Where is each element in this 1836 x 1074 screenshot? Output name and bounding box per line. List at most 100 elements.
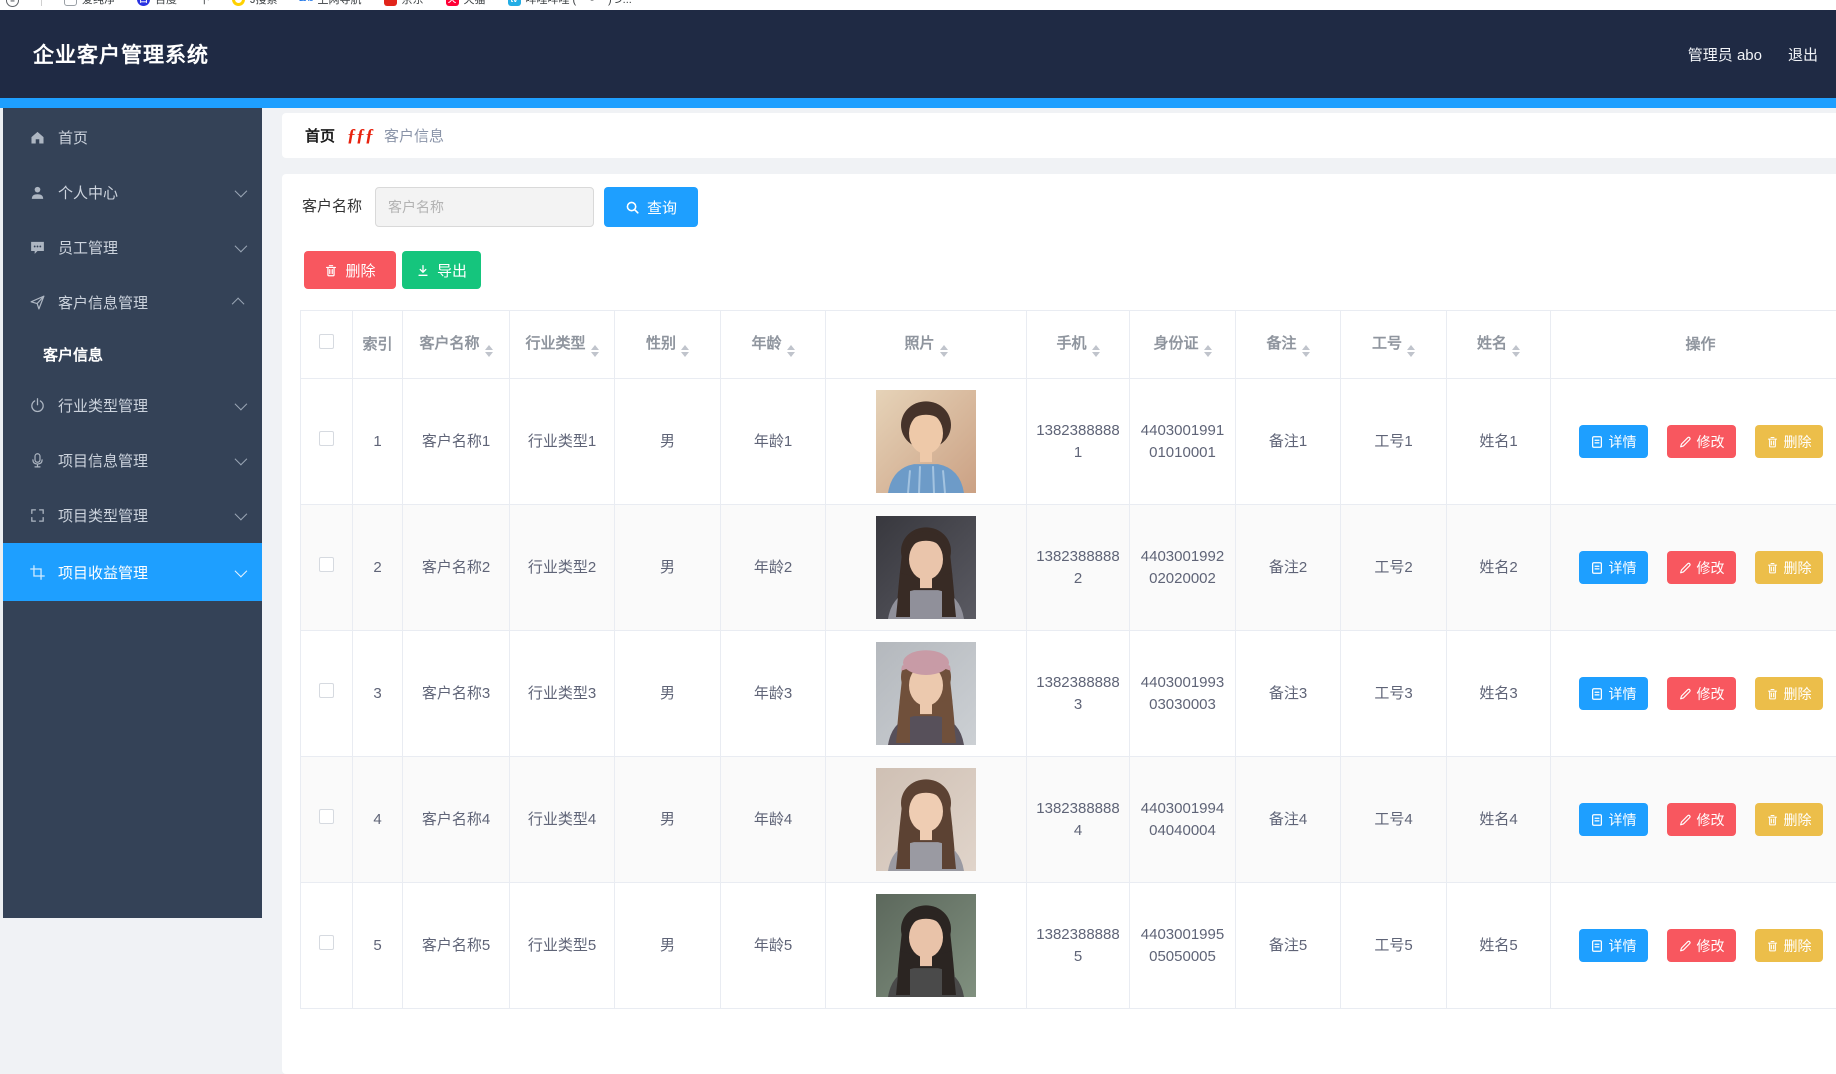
sort-control[interactable] — [1204, 345, 1212, 357]
sidebar-subitem-customer-info[interactable]: 客户信息 — [3, 330, 262, 378]
column-header-remark[interactable]: 备注 — [1236, 311, 1341, 379]
column-header-industry[interactable]: 行业类型 — [510, 311, 615, 379]
sidebar-item-industry-type[interactable]: 行业类型管理 — [3, 378, 262, 433]
cell-person: 姓名3 — [1447, 631, 1551, 757]
row-edit-button[interactable]: 修改 — [1667, 929, 1736, 962]
sidebar-item-project-income[interactable]: 项目收益管理 — [3, 543, 262, 601]
export-button[interactable]: 导出 — [402, 251, 481, 289]
customer-photo — [876, 516, 976, 619]
column-header-name[interactable]: 客户名称 — [403, 311, 510, 379]
bookmark-item[interactable]: JD京东 — [384, 0, 424, 7]
row-detail-button[interactable]: 详情 — [1579, 677, 1648, 710]
row-detail-button[interactable]: 详情 — [1579, 551, 1648, 584]
cell-industry: 行业类型2 — [510, 505, 615, 631]
logout-link[interactable]: 退出 — [1788, 44, 1818, 65]
table-row: 3客户名称3行业类型3男年龄3 138238888834403001993030… — [301, 631, 1836, 757]
bookmark-item[interactable]: 爱纯净 — [64, 0, 115, 7]
sidebar-item-project-info[interactable]: 项目信息管理 — [3, 433, 262, 488]
column-header-phone[interactable]: 手机 — [1027, 311, 1130, 379]
actions-cell: 详情 修改 删除 — [1551, 883, 1836, 1009]
row-delete-button[interactable]: 删除 — [1755, 551, 1823, 584]
breadcrumb-home-link[interactable]: 首页 — [305, 125, 335, 146]
row-checkbox[interactable] — [319, 809, 334, 824]
bookmark-item[interactable]: 2345上网导航 — [300, 0, 362, 7]
row-delete-button[interactable]: 删除 — [1755, 677, 1823, 710]
cell-remark: 备注4 — [1236, 757, 1341, 883]
row-checkbox[interactable] — [319, 935, 334, 950]
row-edit-button[interactable]: 修改 — [1667, 425, 1736, 458]
cell-gender: 男 — [615, 883, 721, 1009]
sort-control[interactable] — [591, 345, 599, 357]
cell-industry: 行业类型5 — [510, 883, 615, 1009]
select-all-checkbox[interactable] — [319, 334, 334, 349]
cell-remark: 备注5 — [1236, 883, 1341, 1009]
send-icon — [29, 294, 46, 311]
row-checkbox[interactable] — [319, 557, 334, 572]
column-header-gender[interactable]: 性别 — [615, 311, 721, 379]
sidebar-item-project-type[interactable]: 项目类型管理 — [3, 488, 262, 543]
row-detail-button[interactable]: 详情 — [1579, 425, 1648, 458]
bulk-delete-button[interactable]: 删除 — [304, 251, 396, 289]
row-select-cell — [301, 631, 353, 757]
sort-control[interactable] — [485, 345, 493, 357]
cell-index: 5 — [353, 883, 403, 1009]
customer-name-search-input[interactable] — [375, 187, 594, 227]
bookmark-label: 上网导航 — [318, 0, 362, 7]
column-label: 操作 — [1685, 336, 1715, 353]
sort-control[interactable] — [681, 345, 689, 357]
row-checkbox[interactable] — [319, 683, 334, 698]
row-edit-button[interactable]: 修改 — [1667, 551, 1736, 584]
row-detail-button[interactable]: 详情 — [1579, 929, 1648, 962]
brackets-icon — [29, 507, 46, 524]
cell-person: 姓名2 — [1447, 505, 1551, 631]
search-field-label: 客户名称 — [302, 187, 362, 227]
bookmark-item[interactable]: J搜索 — [232, 0, 278, 7]
cell-industry: 行业类型3 — [510, 631, 615, 757]
sort-control[interactable] — [787, 345, 795, 357]
cell-industry: 行业类型1 — [510, 379, 615, 505]
bookmark-item[interactable]: 下 — [199, 0, 210, 7]
query-button[interactable]: 查询 — [604, 187, 698, 227]
column-header-idcard[interactable]: 身份证 — [1130, 311, 1236, 379]
sidebar-item-label: 首页 — [58, 127, 88, 148]
browser-bookmarks-bar: ≡ 爱纯净 凸百度 下 J搜索 2345上网导航 JD京东 天天猫 tv哔哩哔哩 ( ゜- ゜)… — [0, 0, 1836, 10]
sidebar-item-profile[interactable]: 个人中心 — [3, 165, 262, 220]
sort-control[interactable] — [940, 345, 948, 357]
column-header-age[interactable]: 年龄 — [721, 311, 826, 379]
row-edit-button[interactable]: 修改 — [1667, 677, 1736, 710]
sidebar-item-home[interactable]: 首页 — [3, 110, 262, 165]
browser-page-icon[interactable]: ≡ — [6, 0, 19, 8]
bookmark-item[interactable]: tv哔哩哔哩 ( ゜- ゜)つ... — [508, 0, 632, 7]
sort-control[interactable] — [1512, 345, 1520, 357]
sort-control[interactable] — [1092, 345, 1100, 357]
actions-cell: 详情 修改 删除 — [1551, 631, 1836, 757]
document-icon — [1590, 435, 1604, 449]
table-row: 2客户名称2行业类型2男年龄2 138238888824403001992020… — [301, 505, 1836, 631]
cell-name: 客户名称5 — [403, 883, 510, 1009]
sidebar-item-customer-info-mgmt[interactable]: 客户信息管理 — [3, 275, 262, 330]
row-edit-button[interactable]: 修改 — [1667, 803, 1736, 836]
row-delete-button[interactable]: 删除 — [1755, 425, 1823, 458]
sort-control[interactable] — [1302, 345, 1310, 357]
sidebar-item-label: 项目信息管理 — [58, 450, 148, 471]
trash-icon — [1766, 687, 1779, 701]
column-header-photo[interactable]: 照片 — [826, 311, 1027, 379]
column-header-job[interactable]: 工号 — [1341, 311, 1447, 379]
row-delete-button[interactable]: 删除 — [1755, 929, 1823, 962]
sort-control[interactable] — [1407, 345, 1415, 357]
row-delete-button[interactable]: 删除 — [1755, 803, 1823, 836]
sidebar-item-staff[interactable]: 员工管理 — [3, 220, 262, 275]
user-icon — [29, 184, 46, 201]
row-detail-button[interactable]: 详情 — [1579, 803, 1648, 836]
cell-index: 3 — [353, 631, 403, 757]
column-label: 行业类型 — [525, 335, 585, 352]
column-header-person[interactable]: 姓名 — [1447, 311, 1551, 379]
customer-table: 索引客户名称行业类型性别年龄照片手机身份证备注工号姓名操作1客户名称1行业类型1… — [300, 310, 1836, 1009]
cell-gender: 男 — [615, 631, 721, 757]
cell-job: 工号5 — [1341, 883, 1447, 1009]
row-checkbox[interactable] — [319, 431, 334, 446]
photo-cell — [826, 883, 1027, 1009]
app-title: 企业客户管理系统 — [33, 39, 209, 69]
bookmark-item[interactable]: 凸百度 — [137, 0, 177, 7]
bookmark-item[interactable]: 天天猫 — [446, 0, 486, 7]
